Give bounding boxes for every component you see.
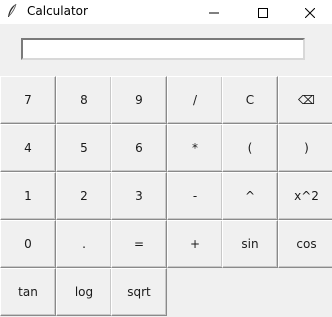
key-label: 1 — [24, 189, 32, 203]
key-4-button[interactable]: 4 — [0, 124, 56, 172]
key-5-button[interactable]: 5 — [56, 124, 112, 172]
key-label: 0 — [24, 237, 32, 251]
key-backspace-button[interactable]: ⌫ — [278, 76, 332, 124]
key-label: ^ — [244, 189, 256, 203]
key-label: = — [133, 237, 145, 251]
key-equals-button[interactable]: = — [111, 220, 167, 268]
key-label: 9 — [135, 93, 143, 107]
key-label: tan — [18, 285, 38, 299]
calculator-window: Calculator 7 8 9 / C ⌫ 4 5 6 * () 1 2 3 - ^ x^2 0. = + sin co… — [0, 0, 332, 317]
close-icon — [304, 3, 316, 22]
key-9-button[interactable]: 9 — [111, 76, 167, 124]
key-label: 5 — [80, 141, 88, 155]
key-label: 3 — [135, 189, 143, 203]
key-label: 6 — [135, 141, 143, 155]
key-6-button[interactable]: 6 — [111, 124, 167, 172]
key-multiply-button[interactable]: * — [167, 124, 223, 172]
key-label: sin — [241, 237, 259, 251]
minimize-button[interactable] — [192, 0, 236, 24]
key-label: + — [189, 237, 201, 251]
feather-icon — [6, 3, 18, 19]
key-label: 8 — [80, 93, 88, 107]
key-subtract-button[interactable]: - — [167, 172, 223, 220]
key-label: ( — [247, 141, 253, 155]
key-decimal-button[interactable]: . — [56, 220, 112, 268]
title-bar: Calculator — [0, 0, 332, 24]
key-sqrt-button[interactable]: sqrt — [111, 268, 167, 316]
key-divide-button[interactable]: / — [167, 76, 223, 124]
maximize-icon — [258, 3, 268, 22]
display-input[interactable] — [21, 38, 305, 60]
close-button[interactable] — [288, 0, 332, 24]
key-label: . — [82, 237, 86, 251]
key-1-button[interactable]: 1 — [0, 172, 56, 220]
minimize-icon — [209, 3, 219, 22]
key-log-button[interactable]: log — [56, 268, 112, 316]
key-label: 2 — [80, 189, 88, 203]
key-label: x^2 — [294, 189, 319, 203]
key-cos-button[interactable]: cos — [278, 220, 332, 268]
key-label: / — [192, 93, 198, 107]
key-label: ) — [304, 141, 309, 155]
key-label: log — [74, 285, 94, 299]
key-tan-button[interactable]: tan — [0, 268, 56, 316]
window-title: Calculator — [27, 4, 88, 18]
key-3-button[interactable]: 3 — [111, 172, 167, 220]
key-8-button[interactable]: 8 — [56, 76, 112, 124]
key-open-paren-button[interactable]: ( — [222, 124, 278, 172]
key-add-button[interactable]: + — [167, 220, 223, 268]
maximize-button[interactable] — [241, 0, 285, 24]
key-clear-button[interactable]: C — [222, 76, 278, 124]
key-label: 4 — [24, 141, 32, 155]
key-2-button[interactable]: 2 — [56, 172, 112, 220]
key-label: sqrt — [127, 285, 151, 299]
key-label: ⌫ — [298, 93, 315, 107]
key-label: 7 — [24, 93, 32, 107]
key-close-paren-button[interactable]: ) — [278, 124, 332, 172]
key-sin-button[interactable]: sin — [222, 220, 278, 268]
display-area — [0, 24, 332, 72]
key-7-button[interactable]: 7 — [0, 76, 56, 124]
key-label: cos — [296, 237, 317, 251]
key-label: C — [245, 93, 255, 107]
key-power-button[interactable]: ^ — [222, 172, 278, 220]
key-label: - — [192, 189, 198, 203]
key-square-button[interactable]: x^2 — [278, 172, 332, 220]
key-0-button[interactable]: 0 — [0, 220, 56, 268]
key-label: * — [192, 141, 198, 155]
